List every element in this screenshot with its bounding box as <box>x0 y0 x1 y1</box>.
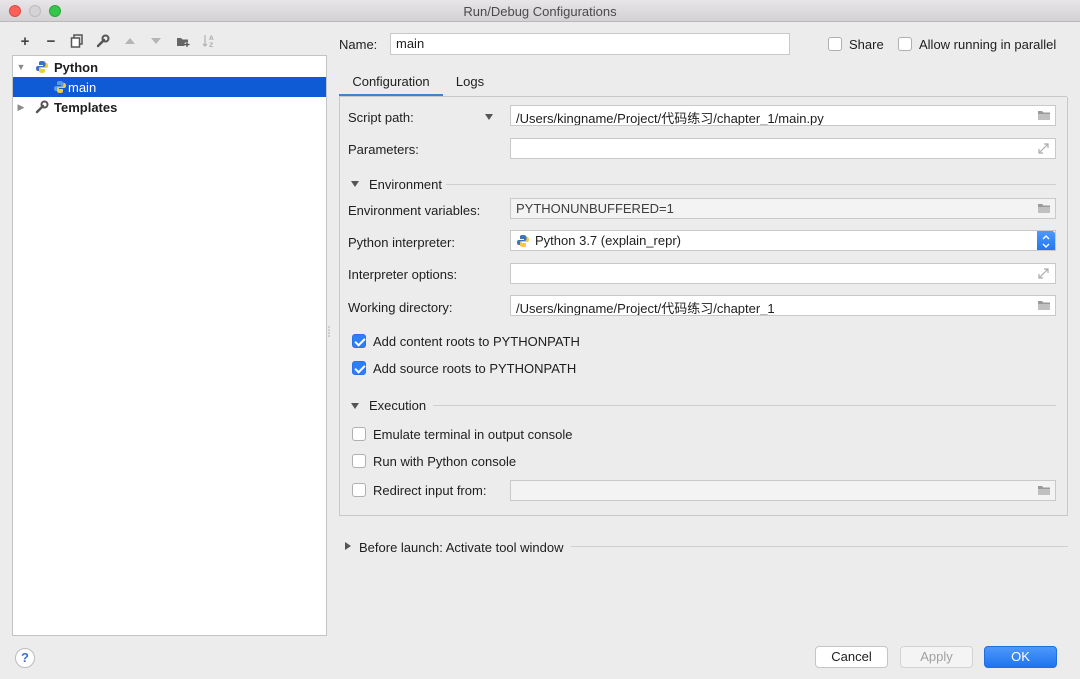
name-label: Name: <box>339 37 378 52</box>
section-divider <box>433 405 1056 406</box>
interpreter-value: Python 3.7 (explain_repr) <box>535 233 681 248</box>
interp-options-label: Interpreter options: <box>348 267 458 282</box>
source-roots-label: Add source roots to PYTHONPATH <box>373 361 577 376</box>
browse-folder-icon[interactable] <box>1037 109 1051 122</box>
wrench-icon <box>96 34 110 48</box>
svg-text:Z: Z <box>209 42 214 48</box>
section-divider <box>571 546 1068 547</box>
redirect-input-field[interactable] <box>510 480 1056 501</box>
tab-configuration[interactable]: Configuration <box>339 72 443 97</box>
tab-logs[interactable]: Logs <box>447 72 493 97</box>
help-button[interactable]: ? <box>15 648 35 668</box>
remove-configuration-button[interactable]: − <box>43 33 59 50</box>
select-arrows-icon[interactable] <box>1037 231 1055 250</box>
title-bar[interactable]: Run/Debug Configurations <box>0 0 1080 22</box>
env-vars-value: PYTHONUNBUFFERED=1 <box>516 201 674 216</box>
name-input[interactable]: main <box>390 33 790 55</box>
browse-folder-icon[interactable] <box>1037 484 1051 497</box>
redirect-input-checkbox[interactable] <box>352 483 366 497</box>
svg-text:A: A <box>209 35 214 42</box>
splitter-handle[interactable] <box>327 325 331 339</box>
share-checkbox[interactable] <box>828 37 842 51</box>
copy-icon <box>70 34 83 48</box>
redirect-input-label: Redirect input from: <box>373 483 487 498</box>
tree-item-main[interactable]: main <box>13 77 326 97</box>
parameters-input[interactable] <box>510 138 1056 159</box>
allow-parallel-checkbox[interactable] <box>898 37 912 51</box>
arrow-up-icon <box>125 38 135 44</box>
environment-collapse-icon[interactable] <box>351 181 359 187</box>
collapse-arrow-icon[interactable]: ▶ <box>15 102 27 113</box>
env-vars-label: Environment variables: <box>348 203 481 218</box>
execution-collapse-icon[interactable] <box>351 403 359 409</box>
expand-field-icon[interactable] <box>1037 142 1051 155</box>
execution-section-title: Execution <box>369 398 427 413</box>
section-divider <box>446 184 1056 185</box>
copy-configuration-button[interactable] <box>69 33 85 49</box>
arrow-down-icon <box>151 38 161 44</box>
add-configuration-button[interactable]: + <box>17 33 33 50</box>
interp-options-input[interactable] <box>510 263 1056 284</box>
expand-field-icon[interactable] <box>1037 267 1051 280</box>
script-path-value: /Users/kingname/Project/代码练习/chapter_1/m… <box>516 111 824 126</box>
content-roots-label: Add content roots to PYTHONPATH <box>373 334 580 349</box>
tree-item-label: Python <box>54 59 99 75</box>
wrench-icon <box>35 100 49 114</box>
tree-item-python[interactable]: ▼ Python <box>13 57 326 77</box>
interpreter-label: Python interpreter: <box>348 235 455 250</box>
content-roots-checkbox[interactable] <box>352 334 366 348</box>
edit-defaults-button[interactable] <box>95 33 111 49</box>
ok-button[interactable]: OK <box>984 646 1057 668</box>
expand-arrow-icon[interactable]: ▼ <box>15 62 27 72</box>
browse-folder-icon[interactable] <box>1037 299 1051 312</box>
script-path-input[interactable]: /Users/kingname/Project/代码练习/chapter_1/m… <box>510 105 1056 126</box>
env-vars-input[interactable]: PYTHONUNBUFFERED=1 <box>510 198 1056 219</box>
source-roots-checkbox[interactable] <box>352 361 366 375</box>
parameters-label: Parameters: <box>348 142 419 157</box>
before-launch-title[interactable]: Before launch: Activate tool window <box>359 540 564 555</box>
sort-button[interactable]: AZ <box>201 33 217 49</box>
cancel-button[interactable]: Cancel <box>815 646 888 668</box>
window-title: Run/Debug Configurations <box>463 4 617 19</box>
new-folder-button[interactable] <box>175 33 191 49</box>
python-console-checkbox[interactable] <box>352 454 366 468</box>
working-dir-label: Working directory: <box>348 300 453 315</box>
browse-folder-icon[interactable] <box>1037 202 1051 215</box>
environment-section-title: Environment <box>369 177 442 192</box>
configuration-tree[interactable]: ▼ Python main ▶ Templates <box>12 55 327 636</box>
folder-add-icon <box>176 37 189 47</box>
move-up-button[interactable] <box>122 33 138 49</box>
python-icon <box>516 234 530 250</box>
python-console-label: Run with Python console <box>373 454 517 469</box>
python-run-icon <box>53 80 67 94</box>
python-icon <box>35 60 49 74</box>
tree-item-label: Templates <box>54 99 118 115</box>
move-down-button[interactable] <box>148 33 164 49</box>
working-dir-value: /Users/kingname/Project/代码练习/chapter_1 <box>516 301 775 316</box>
apply-button[interactable]: Apply <box>900 646 973 668</box>
emulate-terminal-checkbox[interactable] <box>352 427 366 441</box>
run-debug-dialog: Run/Debug Configurations + − AZ ▼ Python <box>0 0 1080 679</box>
working-dir-input[interactable]: /Users/kingname/Project/代码练习/chapter_1 <box>510 295 1056 316</box>
script-type-dropdown-icon[interactable] <box>485 114 493 120</box>
emulate-terminal-label: Emulate terminal in output console <box>373 427 573 442</box>
sort-alpha-icon: AZ <box>202 35 214 48</box>
tree-item-templates[interactable]: ▶ Templates <box>13 97 326 117</box>
before-launch-expand-icon[interactable] <box>345 542 351 550</box>
interpreter-select[interactable]: Python 3.7 (explain_repr) <box>510 230 1056 251</box>
share-label: Share <box>849 37 884 52</box>
tree-item-label: main <box>68 79 97 95</box>
script-path-label: Script path: <box>348 110 414 125</box>
allow-parallel-label: Allow running in parallel <box>919 37 1057 52</box>
